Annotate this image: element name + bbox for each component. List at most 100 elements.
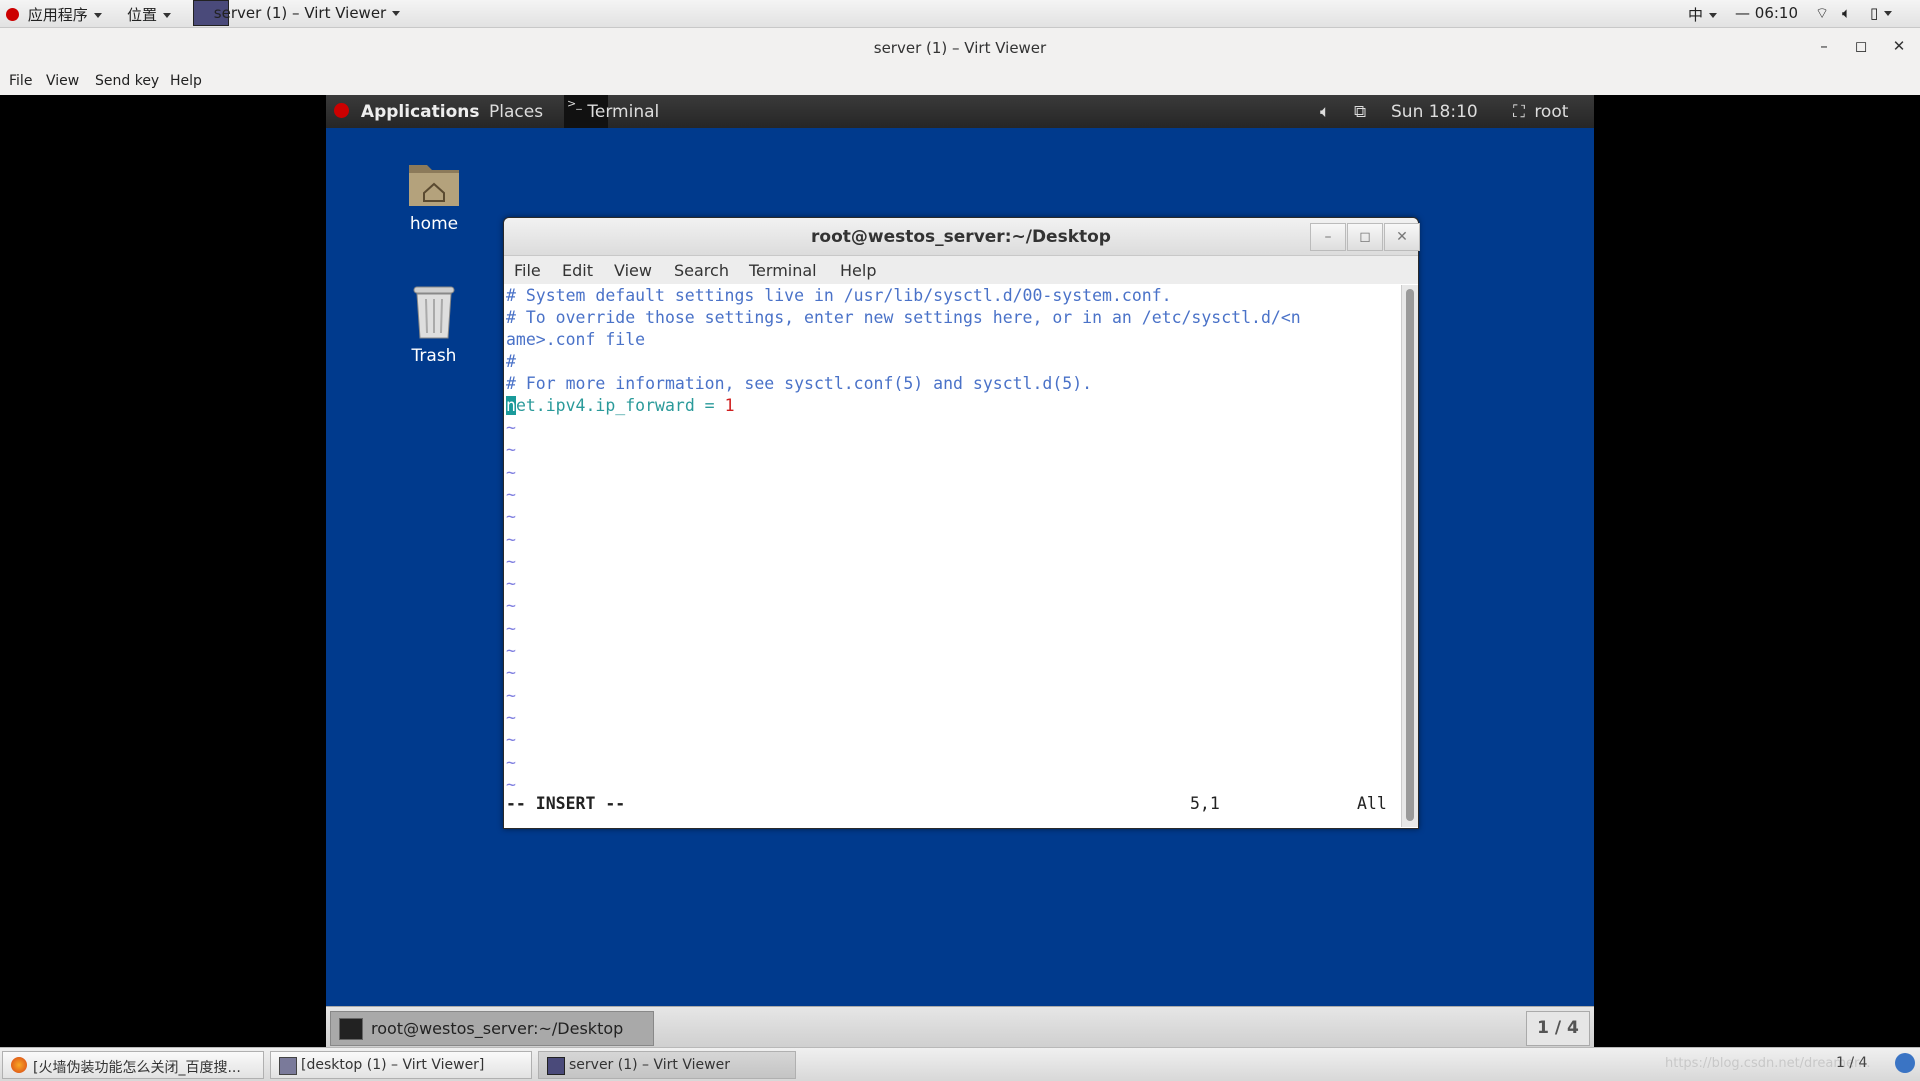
guest-places-menu[interactable]: Places [489, 102, 543, 122]
setting-line: net.ipv4.ip_forward = 1 [506, 395, 735, 417]
guest-task-label: root@westos_server:~/Desktop [371, 1019, 624, 1038]
guest-bottom-panel: root@westos_server:~/Desktop 1 / 4 [326, 1006, 1594, 1047]
desktop-icon-label: Trash [411, 346, 457, 366]
guest-terminal-tab-label: Terminal [587, 102, 660, 122]
guest-terminal-tab[interactable]: >_ Terminal [564, 95, 685, 128]
user-icon: ⛶ [1513, 102, 1525, 122]
tilde-line: ~ [506, 685, 516, 705]
trash-icon [413, 286, 455, 339]
active-window-menu[interactable]: server (1) – Virt Viewer [193, 0, 420, 26]
host-workspace-switcher[interactable]: 1 / 4 [1836, 1055, 1867, 1071]
text-line: # For more information, see sysctl.conf(… [506, 374, 1093, 393]
taskbar-item-label: [火墙伪装功能怎么关闭_百度搜... [33, 1060, 241, 1076]
terminal-window: root@westos_server:~/Desktop – ◻ ✕ File … [503, 217, 1420, 829]
battery-icon[interactable]: ▯ [1870, 4, 1893, 22]
guest-applications-label: Applications [360, 102, 480, 122]
chevron-down-icon [1709, 13, 1718, 18]
maximize-button[interactable]: ◻ [1851, 37, 1871, 55]
folder-home-icon [409, 165, 459, 206]
guest-desktop: Applications Places >_ Terminal 🔈︎ ⧉ Sun… [326, 95, 1594, 1047]
tilde-line: ~ [506, 752, 516, 772]
tilde-line: ~ [506, 440, 516, 460]
desktop-icon-home[interactable]: home [384, 157, 484, 234]
redhat-icon [6, 8, 19, 21]
chevron-down-icon [163, 13, 172, 18]
taskbar-item-server-viewer[interactable]: server (1) – Virt Viewer [538, 1051, 796, 1079]
taskbar-item-label: server (1) – Virt Viewer [569, 1057, 730, 1073]
desktop-icon-label: home [409, 214, 459, 234]
places-menu-label: 位置 [127, 6, 158, 24]
guest-volume-icon[interactable]: 🔈︎ [1320, 102, 1330, 122]
viewer-menu-file[interactable]: File [9, 73, 32, 89]
scrollbar-thumb[interactable] [1406, 289, 1414, 821]
terminal-menu-edit[interactable]: Edit [562, 261, 593, 280]
text-cursor: n [506, 396, 516, 415]
chevron-down-icon [392, 11, 401, 16]
viewer-menu-help[interactable]: Help [170, 73, 202, 89]
taskbar-item-browser[interactable]: [火墙伪装功能怎么关闭_百度搜... [2, 1051, 264, 1079]
terminal-maximize-button[interactable]: ◻ [1347, 223, 1383, 251]
tilde-line: ~ [506, 418, 516, 437]
terminal-menu-terminal[interactable]: Terminal [749, 261, 817, 280]
guest-task-terminal[interactable]: root@westos_server:~/Desktop [330, 1011, 654, 1046]
terminal-minimize-button[interactable]: – [1310, 223, 1346, 251]
terminal-menu-file[interactable]: File [514, 261, 541, 280]
tilde-line: ~ [506, 707, 516, 727]
taskbar-item-desktop-viewer[interactable]: [desktop (1) – Virt Viewer] [270, 1051, 532, 1079]
minimize-button[interactable]: – [1814, 37, 1834, 55]
firefox-icon [11, 1057, 27, 1073]
viewer-menu-view[interactable]: View [46, 73, 79, 89]
monitor-icon [279, 1057, 297, 1075]
text-line: # System default settings live in /usr/l… [506, 286, 1172, 305]
tilde-line: ~ [506, 663, 516, 683]
viewer-title: server (1) – Virt Viewer [873, 39, 1047, 57]
tilde-line: ~ [506, 641, 516, 660]
monitor-icon [547, 1057, 565, 1075]
viewer-titlebar: server (1) – Virt Viewer – ◻ ✕ [0, 28, 1920, 68]
viewer-menu-sendkey[interactable]: Send key [95, 73, 159, 89]
terminal-menu-search[interactable]: Search [674, 261, 729, 280]
setting-value: 1 [724, 396, 735, 415]
volume-icon[interactable]: 🔈︎ [1842, 4, 1851, 22]
places-menu[interactable]: 位置 [127, 4, 172, 25]
vim-mode-indicator: -- INSERT -- [506, 794, 626, 813]
terminal-menu-help[interactable]: Help [840, 261, 876, 280]
host-clock[interactable]: — 06:10 [1735, 4, 1798, 22]
close-button[interactable]: ✕ [1889, 37, 1909, 55]
text-line: # [506, 352, 516, 371]
vim-scroll-position: All [1357, 794, 1387, 813]
tilde-line: ~ [506, 507, 516, 527]
active-window-label: server (1) – Virt Viewer [213, 4, 387, 22]
input-method[interactable]: 中 [1688, 4, 1718, 25]
tilde-line: ~ [506, 529, 516, 549]
apps-menu[interactable]: 应用程序 [6, 4, 102, 25]
tilde-line: ~ [506, 618, 516, 638]
guest-applications-menu[interactable]: Applications [334, 102, 479, 122]
setting-equals: = [694, 396, 725, 415]
tilde-line: ~ [506, 484, 516, 504]
terminal-menu-view[interactable]: View [614, 261, 652, 280]
vim-cursor-position: 5,1 [1190, 794, 1220, 813]
notification-icon[interactable] [1895, 1053, 1915, 1073]
guest-clock[interactable]: Sun 18:10 [1391, 102, 1478, 122]
input-method-label: 中 [1688, 6, 1704, 24]
wifi-icon[interactable]: ⌔ [1815, 4, 1829, 23]
guest-user-label: root [1534, 102, 1569, 122]
redhat-icon [334, 103, 349, 118]
apps-menu-label: 应用程序 [27, 6, 88, 24]
terminal-titlebar[interactable]: root@westos_server:~/Desktop – ◻ ✕ [504, 218, 1420, 256]
viewer-menubar: File View Send key Help [0, 68, 1920, 95]
terminal-menubar: File Edit View Search Terminal Help [504, 256, 1418, 284]
tilde-line: ~ [506, 462, 516, 482]
guest-user-menu[interactable]: ⛶ root [1513, 102, 1568, 122]
terminal-icon [339, 1018, 363, 1040]
text-line: ame>.conf file [506, 330, 646, 349]
desktop-icon-trash[interactable]: Trash [384, 281, 484, 366]
terminal-scrollbar[interactable] [1401, 285, 1418, 827]
guest-workspace-switcher[interactable]: 1 / 4 [1526, 1011, 1590, 1046]
guest-network-icon[interactable]: ⧉ [1354, 102, 1366, 122]
host-top-panel: 应用程序 位置 server (1) – Virt Viewer 中 — 06:… [0, 0, 1920, 28]
tilde-line: ~ [506, 596, 516, 616]
terminal-text-area[interactable]: # System default settings live in /usr/l… [504, 285, 1401, 827]
terminal-close-button[interactable]: ✕ [1384, 223, 1420, 251]
